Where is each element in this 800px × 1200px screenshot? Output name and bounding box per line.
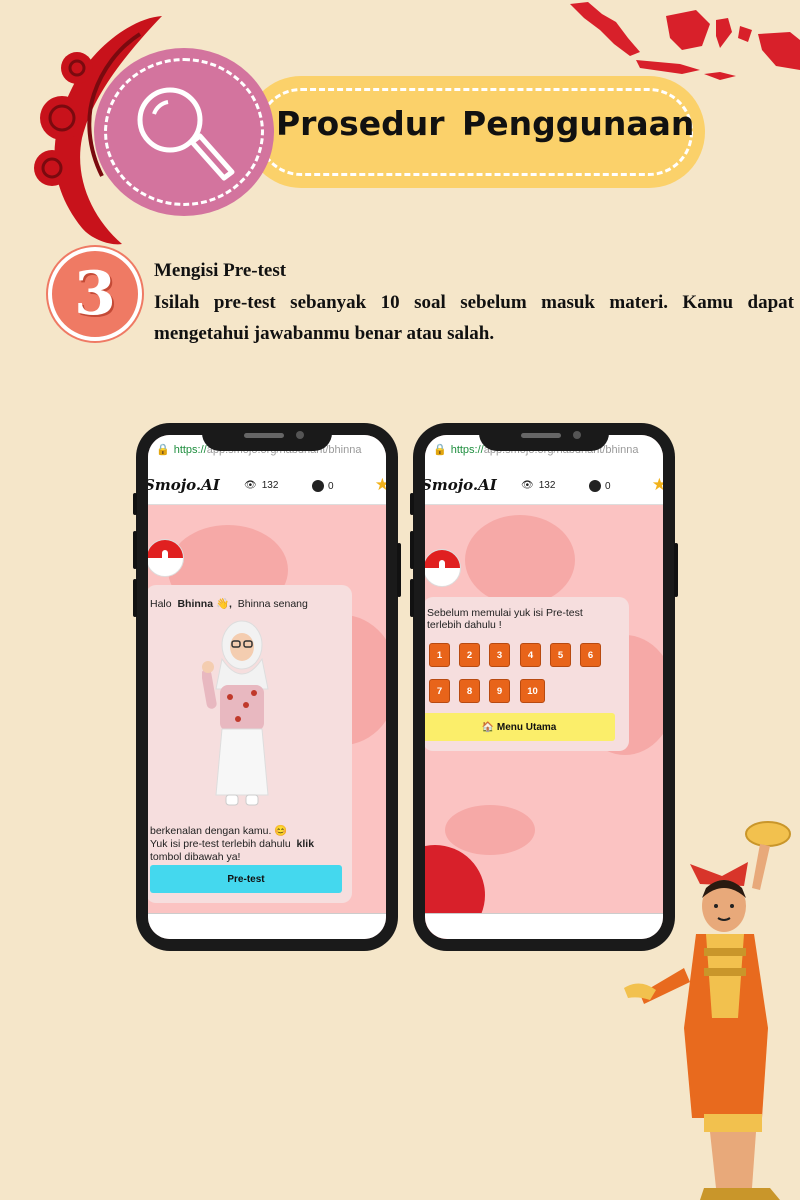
prompt-line-2: terlebih dahulu ! [427, 619, 502, 631]
question-button-1[interactable]: 1 [429, 643, 450, 667]
question-button-3[interactable]: 3 [489, 643, 510, 667]
pretest-button[interactable]: Pre-test [150, 865, 342, 893]
step-title: Mengisi Pre-test [154, 260, 287, 281]
question-button-5[interactable]: 5 [550, 643, 571, 667]
greeting-suffix: Bhinna senang [237, 598, 308, 610]
phone-mockup-pretest-intro: 🔒https://app.smojo.org/habdhant/bhinna S… [133, 423, 401, 951]
eye-icon: 👁 [244, 480, 257, 491]
greeting-name: Bhinna 👋, [177, 598, 232, 610]
greeting-line: Halo Bhinna 👋, Bhinna senang [150, 597, 308, 610]
star-icon[interactable]: ★ [652, 475, 663, 495]
prompt-text: Sebelum memulai yuk isi Pre-test terlebi… [427, 607, 583, 631]
app-header: Smojo.AI 👁 132 0 ★ [425, 469, 663, 505]
search-badge [94, 48, 274, 216]
url-scheme: https:// [173, 444, 207, 456]
question-button-8[interactable]: 8 [459, 679, 480, 703]
main-menu-button[interactable]: 🏠 Menu Utama [425, 713, 615, 741]
step-description: Isilah pre-test sebanyak 10 soal sebelum… [154, 292, 794, 344]
lock-icon: 🔒 [156, 444, 170, 456]
prompt-line-1: Sebelum memulai yuk isi Pre-test [427, 607, 583, 619]
question-button-7[interactable]: 7 [429, 679, 450, 703]
bottom-bar [148, 913, 386, 939]
step-number: 3 [74, 259, 116, 329]
question-button-6[interactable]: 6 [580, 643, 601, 667]
question-button-4[interactable]: 4 [520, 643, 541, 667]
intro-klik: klik [296, 838, 315, 850]
page-title: Prosedur Penggunaan [276, 104, 695, 143]
app-header: Smojo.AI 👁 132 0 ★ [148, 469, 386, 505]
question-button-10[interactable]: 10 [520, 679, 545, 703]
eye-icon: 👁 [521, 480, 534, 491]
step-number-badge: 3 [48, 247, 142, 341]
view-count: 👁 132 [244, 480, 278, 491]
lock-icon: 🔒 [433, 444, 447, 456]
view-count-value: 132 [261, 480, 279, 491]
chat-bubble: Halo Bhinna 👋, Bhinna senang berkenalan … [148, 585, 352, 903]
greeting-prefix: Halo [150, 598, 172, 610]
magnifier-icon [137, 87, 235, 181]
intro-text: berkenalan dengan kamu. 😊 Yuk isi pre-te… [150, 825, 350, 864]
phone-screen: 🔒https://app.smojo.org/habdhant/bhinna S… [148, 435, 386, 939]
dancer-illustration [624, 821, 791, 1200]
comment-count-value: 0 [328, 480, 334, 492]
character-illustration [202, 620, 269, 806]
question-button-2[interactable]: 2 [459, 643, 480, 667]
comment-count[interactable]: 0 [589, 480, 611, 492]
intro-line-3: tombol dibawah ya! [150, 851, 241, 863]
chat-bubble-icon [589, 480, 601, 492]
brand-logo[interactable]: Smojo.AI [425, 476, 497, 494]
url-scheme: https:// [450, 444, 484, 456]
view-count-value: 132 [538, 480, 556, 491]
intro-line-1: berkenalan dengan kamu. 😊 [150, 825, 288, 837]
comment-count-value: 0 [605, 480, 611, 492]
question-button-9[interactable]: 9 [489, 679, 510, 703]
intro-line-2: Yuk isi pre-test terlebih dahulu [150, 838, 291, 850]
view-count: 👁 132 [521, 480, 555, 491]
chat-bubble: Sebelum memulai yuk isi Pre-test terlebi… [425, 597, 629, 751]
brand-logo[interactable]: Smojo.AI [148, 476, 220, 494]
comment-count[interactable]: 0 [312, 480, 334, 492]
chat-bubble-icon [312, 480, 324, 492]
star-icon[interactable]: ★ [375, 475, 386, 495]
bot-avatar [425, 549, 461, 587]
